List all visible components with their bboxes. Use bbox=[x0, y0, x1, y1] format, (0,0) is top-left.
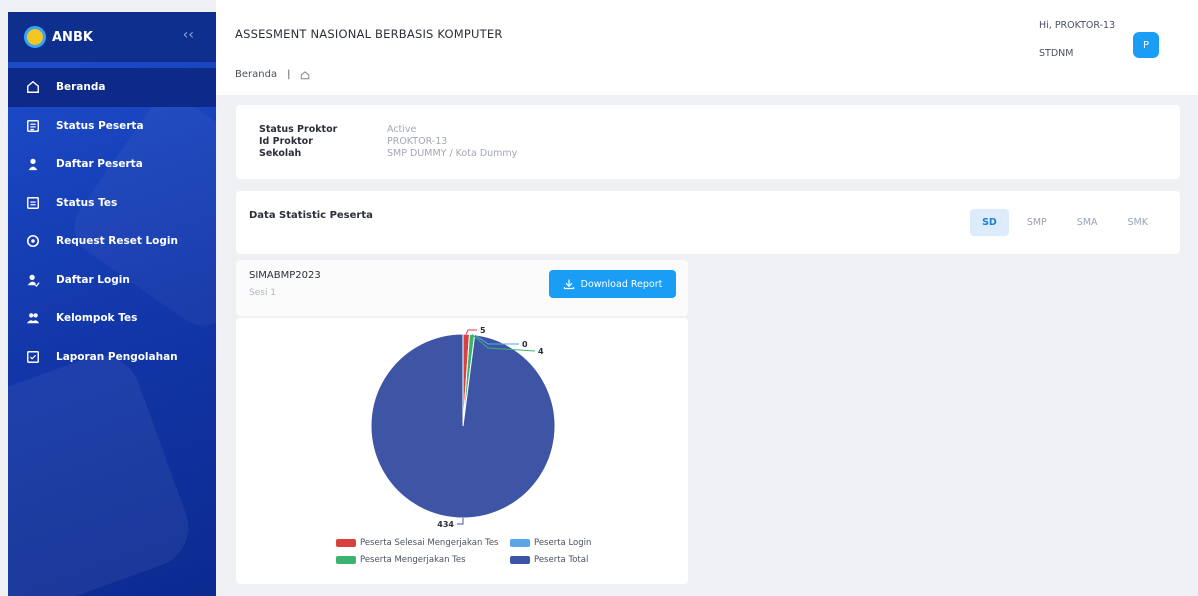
sidebar-item-label: Daftar Peserta bbox=[56, 158, 143, 171]
sidebar-item-beranda[interactable]: Beranda bbox=[8, 68, 216, 107]
brand-name: ANBK bbox=[52, 29, 93, 45]
pie-slice-peserta-total[interactable] bbox=[370, 333, 556, 519]
pie-chart-card: 5 0 4 434 Peserta Selesai Mengerjakan Tes P… bbox=[236, 318, 688, 584]
legend-swatch bbox=[336, 539, 356, 547]
legend-label: Peserta Total bbox=[534, 555, 589, 565]
legend-item-selesai: Peserta Selesai Mengerjakan Tes bbox=[336, 538, 498, 548]
sidebar-item-label: Daftar Login bbox=[56, 273, 130, 286]
tab-smk[interactable]: SMK bbox=[1116, 209, 1160, 236]
legend-swatch bbox=[510, 556, 530, 564]
sidebar-item-label: Laporan Pengolahan bbox=[56, 350, 178, 363]
sidebar-item-daftar-login[interactable]: Daftar Login bbox=[8, 261, 216, 300]
data-label: 434 bbox=[437, 520, 454, 529]
sekolah-value: SMP DUMMY / Kota Dummy bbox=[387, 148, 518, 159]
sidebar-nav: Beranda Status Peserta Daftar Peserta St… bbox=[8, 68, 216, 376]
sidebar-item-label: Request Reset Login bbox=[56, 235, 178, 248]
legend-item-mengerjakan: Peserta Mengerjakan Tes bbox=[336, 555, 466, 565]
statistic-card: Data Statistic Peserta SD SMP SMA SMK bbox=[236, 191, 1180, 254]
sekolah-label: Sekolah bbox=[259, 148, 302, 159]
legend-item-login: Peserta Login bbox=[510, 538, 591, 548]
legend-item-total: Peserta Total bbox=[510, 555, 588, 565]
legend-label: Peserta Selesai Mengerjakan Tes bbox=[360, 538, 499, 548]
sidebar-item-status-tes[interactable]: Status Tes bbox=[8, 184, 216, 223]
sidebar-decoration bbox=[8, 344, 200, 596]
brand: ANBK ‹‹ bbox=[8, 12, 216, 62]
status-proktor-label: Status Proktor bbox=[259, 124, 338, 135]
home-icon[interactable] bbox=[300, 70, 310, 80]
list-icon bbox=[26, 196, 40, 210]
sidebar-item-label: Status Tes bbox=[56, 196, 118, 209]
proctor-info-card: Status Proktor Active Id Proktor PROKTOR… bbox=[236, 105, 1180, 179]
user-greeting: Hi, PROKTOR-13 bbox=[1039, 20, 1116, 31]
sidebar: ANBK ‹‹ Beranda Status Peserta Daftar Pe… bbox=[8, 12, 216, 596]
tab-sd[interactable]: SD bbox=[970, 209, 1009, 236]
sidebar-item-status-peserta[interactable]: Status Peserta bbox=[8, 107, 216, 146]
sidebar-item-label: Status Peserta bbox=[56, 119, 144, 132]
report-icon bbox=[26, 350, 40, 364]
legend-label: Peserta Login bbox=[534, 538, 592, 548]
sidebar-item-label: Kelompok Tes bbox=[56, 312, 138, 325]
data-label: 5 bbox=[480, 326, 486, 335]
legend-swatch bbox=[510, 539, 530, 547]
download-report-label: Download Report bbox=[580, 278, 663, 290]
tut-wuri-logo-icon bbox=[24, 26, 46, 48]
top-header: ASSESMENT NASIONAL BERBASIS KOMPUTER Ber… bbox=[216, 0, 1198, 95]
id-proktor-value: PROKTOR-13 bbox=[387, 136, 448, 147]
session-card: SIMABMP2023 Sesi 1 Download Report bbox=[236, 260, 688, 316]
breadcrumb-separator: | bbox=[287, 69, 291, 80]
status-proktor-row: Status Proktor Active bbox=[259, 124, 416, 135]
pie-chart: 5 0 4 434 bbox=[370, 326, 556, 529]
download-icon bbox=[563, 279, 574, 290]
data-label-leader bbox=[457, 518, 464, 525]
session-sesi: Sesi 1 bbox=[249, 288, 277, 298]
user-check-icon bbox=[26, 273, 40, 287]
statistic-title: Data Statistic Peserta bbox=[249, 210, 373, 221]
breadcrumb-beranda[interactable]: Beranda bbox=[235, 69, 277, 80]
clipboard-icon bbox=[26, 119, 40, 133]
tab-smp[interactable]: SMP bbox=[1015, 209, 1059, 236]
id-proktor-row: Id Proktor PROKTOR-13 bbox=[259, 136, 447, 147]
status-proktor-value: Active bbox=[387, 124, 417, 135]
data-label: 4 bbox=[538, 347, 544, 356]
data-label: 0 bbox=[522, 340, 528, 349]
id-proktor-label: Id Proktor bbox=[259, 136, 313, 147]
reset-icon bbox=[26, 234, 40, 248]
chevron-left-icon[interactable]: ‹‹ bbox=[183, 27, 194, 43]
data-label-leader bbox=[465, 329, 477, 335]
user-icon bbox=[26, 157, 40, 171]
sekolah-row: Sekolah SMP DUMMY / Kota Dummy bbox=[259, 148, 517, 159]
sidebar-item-label: Beranda bbox=[56, 81, 106, 94]
app-title: ASSESMENT NASIONAL BERBASIS KOMPUTER bbox=[235, 27, 503, 41]
legend-label: Peserta Mengerjakan Tes bbox=[360, 555, 466, 565]
sidebar-item-laporan-pengolahan[interactable]: Laporan Pengolahan bbox=[8, 338, 216, 377]
sidebar-item-kelompok-tes[interactable]: Kelompok Tes bbox=[8, 299, 216, 338]
school-code: STDNM bbox=[1039, 48, 1074, 59]
group-icon bbox=[26, 311, 40, 325]
avatar[interactable]: P bbox=[1133, 32, 1159, 58]
session-name: SIMABMP2023 bbox=[249, 270, 321, 281]
home-icon bbox=[26, 80, 40, 94]
tab-sma[interactable]: SMA bbox=[1065, 209, 1110, 236]
sidebar-item-request-reset-login[interactable]: Request Reset Login bbox=[8, 222, 216, 261]
sidebar-item-daftar-peserta[interactable]: Daftar Peserta bbox=[8, 145, 216, 184]
download-report-button[interactable]: Download Report bbox=[549, 270, 676, 298]
legend-swatch bbox=[336, 556, 356, 564]
level-tabs: SD SMP SMA SMK bbox=[964, 209, 1160, 236]
breadcrumb: Beranda | bbox=[235, 69, 310, 80]
